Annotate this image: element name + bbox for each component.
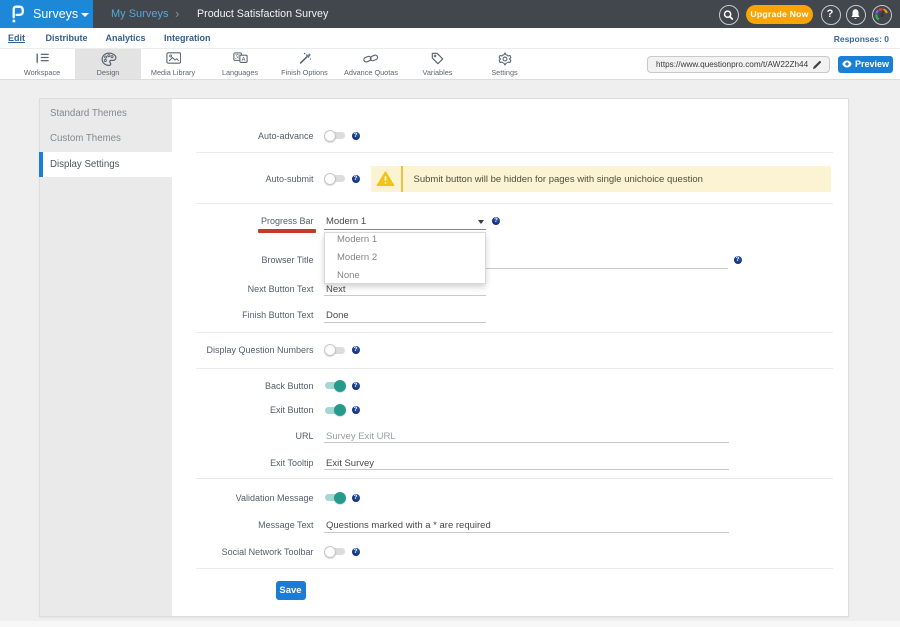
svg-text:A: A (241, 57, 245, 63)
